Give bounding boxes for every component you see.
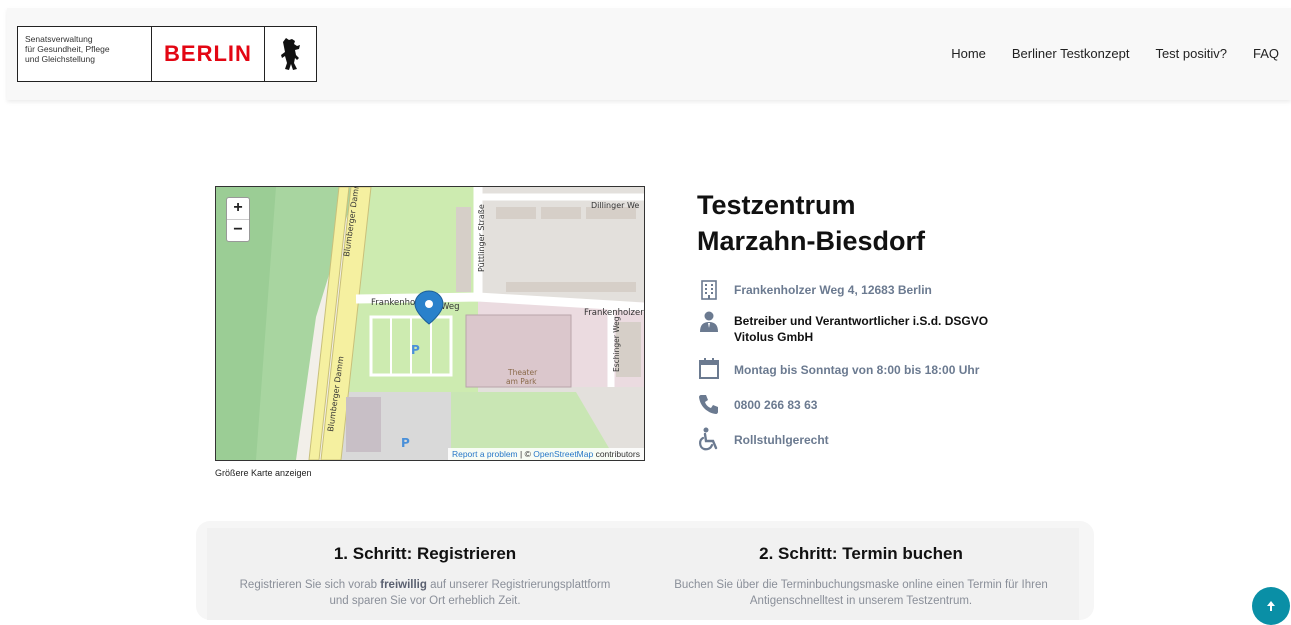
map-street-label: Dillinger We xyxy=(591,201,639,210)
map-canvas: Frankenho Weg Frankenholzer Dillinger We… xyxy=(216,187,644,460)
nav-testkonzept[interactable]: Berliner Testkonzept xyxy=(1012,46,1130,61)
logo-line: und Gleichstellung xyxy=(25,54,95,64)
step-register-title: 1. Schritt: Registrieren xyxy=(333,544,517,563)
page-title: Testzentrum Marzahn-Biesdorf xyxy=(697,187,925,259)
zoom-out-button[interactable]: − xyxy=(227,220,249,241)
map-zoom-control: + − xyxy=(226,197,250,242)
map-poi-label: am Park xyxy=(506,377,537,386)
accessibility-text: Rollstuhlgerecht xyxy=(734,433,829,447)
osm-link[interactable]: OpenStreetMap xyxy=(533,449,593,459)
phone-text[interactable]: 0800 266 83 63 xyxy=(734,393,817,413)
step-text-part: und sparen Sie vor Ort erheblich Zeit. xyxy=(329,595,521,607)
phone-icon xyxy=(697,393,721,415)
nav-test-positiv[interactable]: Test positiv? xyxy=(1155,46,1227,61)
map-street-label: Püttlinger Straße xyxy=(477,204,486,272)
accessibility-row: Rollstuhlgerecht xyxy=(697,427,829,451)
attribution-separator: | © xyxy=(517,449,534,459)
building-icon xyxy=(697,279,721,301)
operator-line: Betreiber und Verantwortlicher i.S.d. DS… xyxy=(734,314,989,328)
step-book: 2. Schritt: Termin buchen Buchen Sie übe… xyxy=(643,544,1079,609)
senate-logo[interactable]: Senatsverwaltung für Gesundheit, Pflege … xyxy=(17,26,317,82)
logo-senate-text: Senatsverwaltung für Gesundheit, Pflege … xyxy=(18,27,152,81)
step-text-part: Registrieren Sie sich vorab xyxy=(239,579,381,591)
step-text-part: Antigenschnelltest in unserem Testzentru… xyxy=(749,595,973,607)
map-street-label: Frankenho xyxy=(371,298,415,308)
operator-text: Betreiber und Verantwortlicher i.S.d. DS… xyxy=(734,311,988,345)
site-header: Senatsverwaltung für Gesundheit, Pflege … xyxy=(7,8,1291,100)
calendar-icon xyxy=(697,358,721,380)
person-icon xyxy=(697,311,721,333)
steps-panel: 1. Schritt: Registrieren Registrieren Si… xyxy=(207,528,1079,620)
wheelchair-icon xyxy=(697,427,721,451)
step-book-title: 2. Schritt: Termin buchen xyxy=(759,544,963,563)
map-parking-label: P xyxy=(411,343,420,357)
location-map[interactable]: Frankenho Weg Frankenholzer Dillinger We… xyxy=(215,186,645,461)
berlin-bear-icon xyxy=(265,27,316,81)
hours-text: Montag bis Sonntag von 8:00 bis 18:00 Uh… xyxy=(734,363,980,377)
logo-berlin-wordmark: BERLIN xyxy=(152,27,265,81)
main-nav: Home Berliner Testkonzept Test positiv? … xyxy=(951,46,1279,61)
map-poi-label: Theater xyxy=(507,368,538,377)
attribution-tail: contributors xyxy=(593,449,640,459)
steps-section: 1. Schritt: Registrieren Registrieren Si… xyxy=(196,521,1094,620)
nav-home[interactable]: Home xyxy=(951,46,986,61)
scroll-to-top-button[interactable] xyxy=(1252,587,1290,625)
map-street-label: Weg xyxy=(441,302,460,312)
phone-row: 0800 266 83 63 xyxy=(697,393,817,415)
hours-row: Montag bis Sonntag von 8:00 bis 18:00 Uh… xyxy=(697,358,979,380)
arrow-up-icon xyxy=(1267,601,1275,611)
bigger-map-link[interactable]: Größere Karte anzeigen xyxy=(215,468,312,478)
step-text-part: Buchen Sie über die Terminbuchungsmaske … xyxy=(674,579,1048,591)
step-text-bold: freiwillig xyxy=(380,579,427,591)
step-register: 1. Schritt: Registrieren Registrieren Si… xyxy=(207,544,643,609)
step-book-text: Buchen Sie über die Terminbuchungsmaske … xyxy=(643,577,1079,609)
step-text-part: auf unserer Registrierungsplattform xyxy=(426,579,611,591)
map-street-label: Eschinger Weg xyxy=(612,316,621,372)
operator-row: Betreiber und Verantwortlicher i.S.d. DS… xyxy=(697,311,988,345)
zoom-in-button[interactable]: + xyxy=(227,198,249,220)
title-line: Testzentrum xyxy=(697,190,856,220)
step-register-text: Registrieren Sie sich vorab freiwillig a… xyxy=(207,577,643,609)
map-attribution: Report a problem | © OpenStreetMap contr… xyxy=(447,448,644,460)
report-problem-link[interactable]: Report a problem xyxy=(452,449,518,459)
address-text: Frankenholzer Weg 4, 12683 Berlin xyxy=(734,283,932,297)
operator-line: Vitolus GmbH xyxy=(734,330,814,344)
title-line: Marzahn-Biesdorf xyxy=(697,226,926,256)
logo-line: Senatsverwaltung xyxy=(25,34,93,44)
logo-line: für Gesundheit, Pflege xyxy=(25,44,110,54)
nav-faq[interactable]: FAQ xyxy=(1253,46,1279,61)
map-parking-label: P xyxy=(401,436,410,450)
address-row: Frankenholzer Weg 4, 12683 Berlin xyxy=(697,279,932,301)
